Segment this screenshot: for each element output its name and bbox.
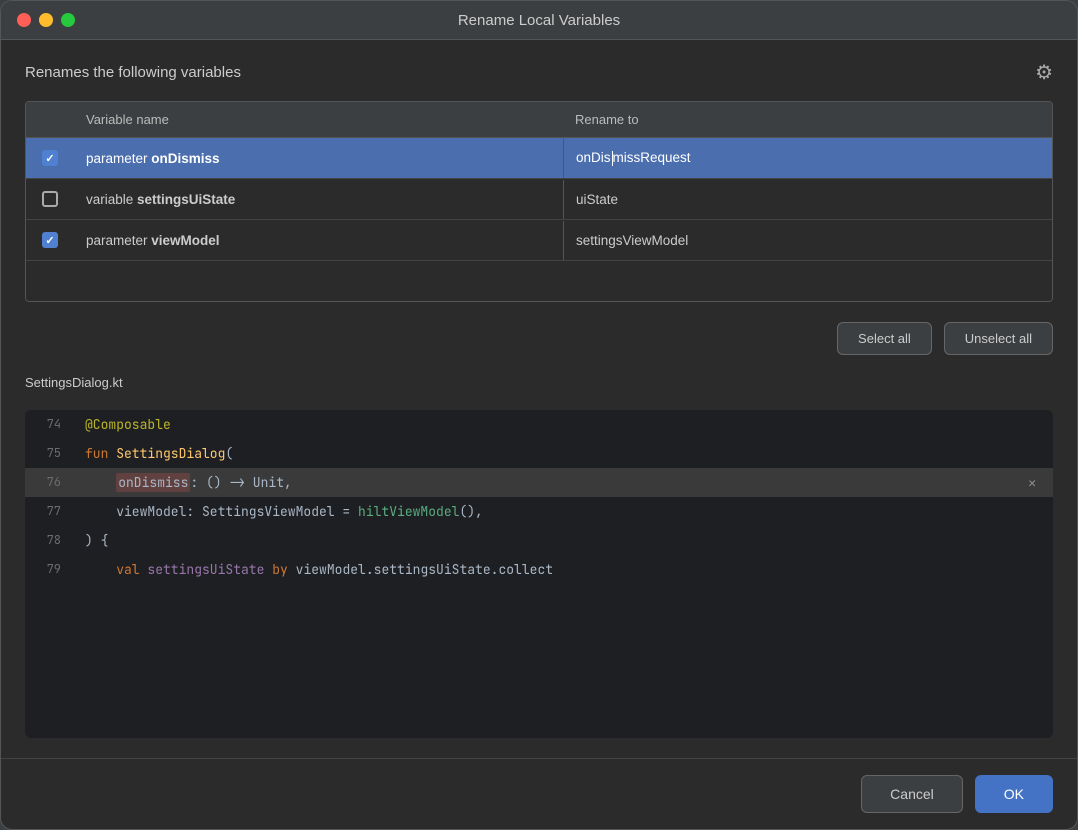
row-3-varname: parameter viewModel bbox=[74, 221, 563, 260]
code-line-76: 76 onDismiss: () -> Unit, × bbox=[25, 468, 1053, 497]
row-1-checkbox-cell[interactable] bbox=[26, 138, 74, 178]
minimize-button[interactable] bbox=[39, 13, 53, 27]
code-line-74: 74 @Composable bbox=[25, 410, 1053, 439]
variables-table: Variable name Rename to parameter onDism… bbox=[25, 101, 1053, 302]
kw-val: val bbox=[116, 561, 147, 578]
table-empty-row bbox=[26, 261, 1052, 301]
select-all-button[interactable]: Select all bbox=[837, 322, 932, 355]
row-3-rename: settingsViewModel bbox=[563, 221, 1052, 260]
ok-button[interactable]: OK bbox=[975, 775, 1053, 813]
col-rename: Rename to bbox=[563, 102, 1052, 137]
row-2-rename: uiState bbox=[563, 180, 1052, 219]
line-content-75: fun SettingsDialog( bbox=[73, 439, 1053, 468]
table-body: parameter onDismiss onDismissRequest var… bbox=[26, 138, 1052, 301]
subtitle-text: Renames the following variables bbox=[25, 64, 241, 81]
text-cursor bbox=[612, 151, 613, 166]
row-1-type: parameter bbox=[86, 151, 151, 166]
settings-icon[interactable]: ⚙ bbox=[1035, 60, 1053, 85]
row-3-bold: viewModel bbox=[151, 233, 219, 248]
annotation-composable: @Composable bbox=[85, 416, 171, 433]
row-1-bold: onDismiss bbox=[151, 151, 219, 166]
close-button[interactable] bbox=[17, 13, 31, 27]
fn-name: SettingsDialog bbox=[116, 445, 225, 462]
line-number-78: 78 bbox=[25, 526, 73, 554]
title-bar: Rename Local Variables bbox=[1, 1, 1077, 40]
table-header: Variable name Rename to bbox=[26, 102, 1052, 138]
checkbox-2[interactable] bbox=[42, 191, 58, 207]
line-number-75: 75 bbox=[25, 439, 73, 467]
var-name-settings: settingsUiState bbox=[147, 561, 264, 578]
highlighted-param: onDismiss bbox=[116, 473, 190, 492]
file-info: SettingsDialog.kt bbox=[25, 371, 1053, 394]
row-2-varname: variable settingsUiState bbox=[74, 180, 563, 219]
line-number-76: 76 bbox=[25, 468, 73, 496]
col-varname: Variable name bbox=[74, 102, 563, 137]
line-content-77: viewModel: SettingsViewModel = hiltViewM… bbox=[73, 497, 1053, 526]
footer: Cancel OK bbox=[1, 758, 1077, 829]
cancel-button[interactable]: Cancel bbox=[861, 775, 963, 813]
window-controls bbox=[17, 13, 75, 27]
line-content-78: ) { bbox=[73, 526, 1053, 555]
table-row: variable settingsUiState uiState bbox=[26, 179, 1052, 220]
code-block[interactable]: 74 @Composable 75 fun SettingsDialog( 76… bbox=[25, 410, 1053, 738]
line-number-79: 79 bbox=[25, 555, 73, 583]
code-line-75: 75 fun SettingsDialog( bbox=[25, 439, 1053, 468]
fn-call-hilt: hiltViewModel bbox=[358, 503, 459, 520]
action-row: Select all Unselect all bbox=[25, 322, 1053, 355]
line-content-76: onDismiss: () -> Unit, bbox=[73, 468, 1053, 497]
checkbox-1[interactable] bbox=[42, 150, 58, 166]
code-line-77: 77 viewModel: SettingsViewModel = hiltVi… bbox=[25, 497, 1053, 526]
header-row: Renames the following variables ⚙ bbox=[25, 60, 1053, 85]
kw-by: by bbox=[272, 561, 288, 578]
line-content-74: @Composable bbox=[73, 410, 1053, 439]
row-3-type: parameter bbox=[86, 233, 151, 248]
code-line-78: 78 ) { bbox=[25, 526, 1053, 555]
close-icon[interactable]: × bbox=[1027, 472, 1037, 493]
row-1-varname: parameter onDismiss bbox=[74, 139, 563, 178]
line-number-77: 77 bbox=[25, 497, 73, 525]
dialog-title: Rename Local Variables bbox=[458, 12, 620, 29]
row-3-checkbox-cell[interactable] bbox=[26, 220, 74, 260]
checkbox-3[interactable] bbox=[42, 232, 58, 248]
code-line-79: 79 val settingsUiState by viewModel.sett… bbox=[25, 555, 1053, 584]
row-2-checkbox-cell[interactable] bbox=[26, 179, 74, 219]
unselect-all-button[interactable]: Unselect all bbox=[944, 322, 1053, 355]
main-content: Renames the following variables ⚙ Variab… bbox=[1, 40, 1077, 758]
row-1-rename[interactable]: onDismissRequest bbox=[563, 138, 1052, 178]
row-2-bold: settingsUiState bbox=[137, 192, 235, 207]
table-row: parameter onDismiss onDismissRequest bbox=[26, 138, 1052, 179]
paren-open: ( bbox=[225, 445, 233, 462]
line-number-74: 74 bbox=[25, 410, 73, 438]
rename-dialog: Rename Local Variables Renames the follo… bbox=[0, 0, 1078, 830]
row-2-type: variable bbox=[86, 192, 137, 207]
table-row: parameter viewModel settingsViewModel bbox=[26, 220, 1052, 261]
line-content-79: val settingsUiState by viewModel.setting… bbox=[73, 555, 1053, 584]
kw-fun: fun bbox=[85, 445, 116, 462]
maximize-button[interactable] bbox=[61, 13, 75, 27]
col-checkbox bbox=[26, 102, 74, 137]
